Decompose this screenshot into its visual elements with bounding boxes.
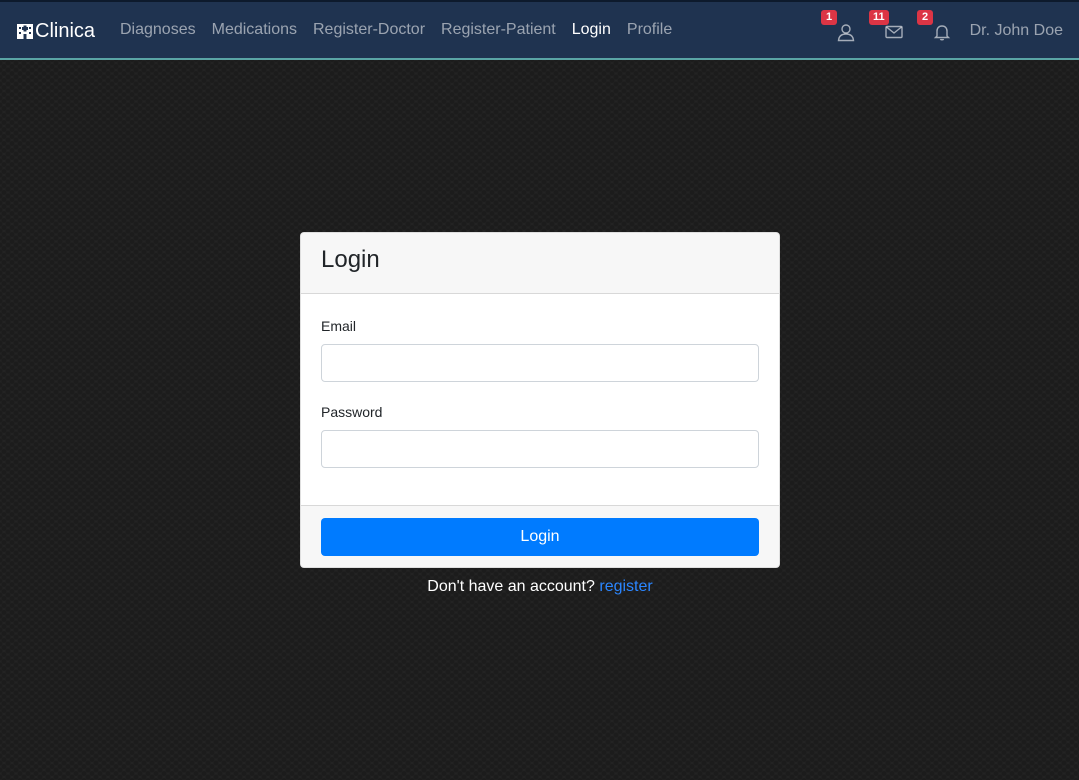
alerts-badge: 2 bbox=[917, 10, 933, 25]
login-card-header: Login bbox=[301, 233, 779, 294]
login-card: Login Email Password Login bbox=[300, 232, 780, 568]
register-prompt: Don't have an account? register bbox=[300, 576, 780, 598]
email-label: Email bbox=[321, 318, 357, 334]
nav-link-register-doctor[interactable]: Register-Doctor bbox=[305, 19, 433, 41]
envelope-icon bbox=[885, 25, 903, 39]
password-field[interactable] bbox=[321, 430, 759, 468]
email-group: Email bbox=[321, 316, 759, 382]
nav-link-profile[interactable]: Profile bbox=[619, 19, 680, 41]
navbar: Clinica Diagnoses Medications Register-D… bbox=[0, 0, 1079, 60]
login-card-footer: Login bbox=[301, 505, 779, 567]
brand-link[interactable]: Clinica bbox=[16, 18, 95, 44]
password-group: Password bbox=[321, 402, 759, 468]
nav-link-register-patient[interactable]: Register-Patient bbox=[433, 19, 564, 41]
login-form: Email Password bbox=[301, 294, 779, 505]
user-badge: 1 bbox=[821, 10, 837, 25]
nav-link-medications[interactable]: Medications bbox=[204, 19, 305, 41]
nav-link-login[interactable]: Login bbox=[564, 19, 619, 41]
register-prompt-text: Don't have an account? bbox=[427, 578, 595, 595]
login-title: Login bbox=[321, 246, 380, 273]
register-link[interactable]: register bbox=[599, 578, 652, 595]
email-field[interactable] bbox=[321, 344, 759, 382]
login-button[interactable]: Login bbox=[321, 518, 759, 556]
nav-links: Diagnoses Medications Register-Doctor Re… bbox=[112, 19, 680, 41]
brand-name: Clinica bbox=[35, 19, 96, 42]
hospital-icon bbox=[17, 24, 33, 39]
bell-icon bbox=[933, 25, 951, 41]
user-name[interactable]: Dr. John Doe bbox=[970, 20, 1063, 42]
nav-link-diagnoses[interactable]: Diagnoses bbox=[112, 19, 204, 41]
user-notifications-button[interactable]: 1 bbox=[821, 10, 856, 42]
alerts-button[interactable]: 2 bbox=[917, 10, 952, 42]
messages-button[interactable]: 11 bbox=[869, 10, 904, 42]
user-icon bbox=[837, 24, 855, 42]
password-label: Password bbox=[321, 404, 383, 420]
